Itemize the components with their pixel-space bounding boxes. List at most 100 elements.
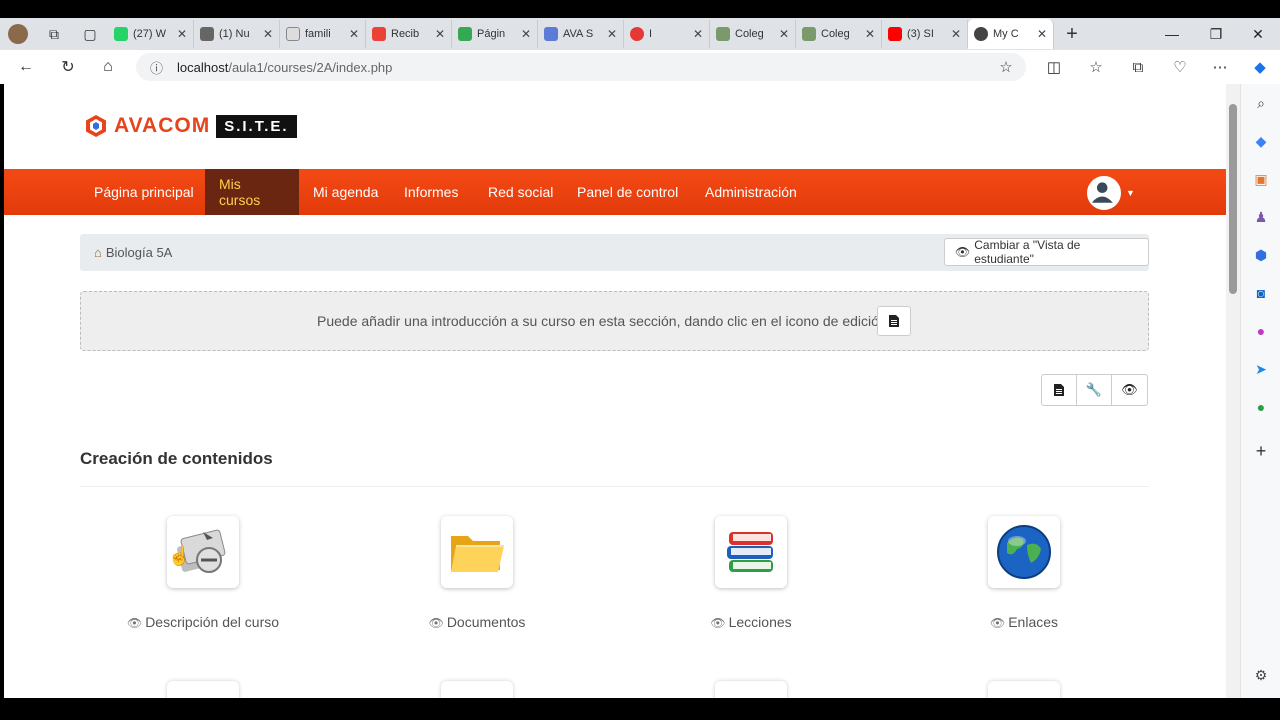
browser-tab[interactable]: Recib ✕: [366, 20, 452, 48]
document-edit-icon: [889, 315, 899, 327]
globe-icon[interactable]: [988, 516, 1060, 588]
browser-tab[interactable]: Coleg ✕: [710, 20, 796, 48]
close-icon[interactable]: ✕: [435, 27, 445, 41]
tab-actions-icon[interactable]: ▢: [72, 20, 108, 48]
nav-item-admin[interactable]: Administración: [691, 169, 811, 215]
close-icon[interactable]: ✕: [521, 27, 531, 41]
close-icon[interactable]: ✕: [607, 27, 617, 41]
page-viewport: AVACOM S.I.T.E. Página principal Mis cur…: [4, 84, 1226, 698]
back-icon[interactable]: ←: [6, 52, 46, 82]
split-screen-icon[interactable]: ◫: [1040, 55, 1068, 79]
home-icon[interactable]: ⌂: [88, 52, 128, 82]
user-menu-caret-icon[interactable]: ▼: [1126, 188, 1135, 198]
tool-icon-partial[interactable]: [988, 681, 1060, 698]
outlook-icon[interactable]: ◙: [1241, 274, 1280, 312]
new-tab-icon[interactable]: +: [1054, 20, 1090, 48]
scrollbar-thumb[interactable]: [1229, 104, 1237, 294]
reload-icon[interactable]: ↻: [48, 52, 88, 82]
nav-item-control-panel[interactable]: Panel de control: [563, 169, 692, 215]
send-icon[interactable]: ➤: [1241, 350, 1280, 388]
browser-tab[interactable]: Págin ✕: [452, 20, 538, 48]
close-icon[interactable]: ✕: [951, 27, 961, 41]
divider: [80, 486, 1149, 487]
site-logo[interactable]: AVACOM S.I.T.E.: [84, 114, 297, 138]
favorites-icon[interactable]: ☆: [1082, 55, 1110, 79]
tool-links[interactable]: 👁 Enlaces: [914, 516, 1134, 630]
user-avatar[interactable]: [1087, 176, 1121, 210]
breadcrumb: ⌂ Biología 5A 👁 Cambiar a "Vista de estu…: [80, 234, 1149, 271]
site-info-icon[interactable]: ⓘ: [150, 58, 163, 77]
browser-tab-strip: ⧉ ▢ (27) W ✕ (1) Nu ✕ famili ✕ Recib ✕ Págin…: [0, 18, 1280, 50]
nav-item-home[interactable]: Página principal: [80, 169, 208, 215]
browser-tab[interactable]: AVA S ✕: [538, 20, 624, 48]
browser-tab[interactable]: Coleg ✕: [796, 20, 882, 48]
close-icon[interactable]: ✕: [693, 27, 703, 41]
restore-icon[interactable]: ❐: [1194, 18, 1238, 50]
nav-item-reports[interactable]: Informes: [390, 169, 472, 215]
screen: ⧉ ▢ (27) W ✕ (1) Nu ✕ famili ✕ Recib ✕ Págin…: [0, 0, 1280, 720]
favorite-star-icon[interactable]: ☆: [992, 55, 1020, 79]
shopping-tag-icon[interactable]: ◆: [1241, 122, 1280, 160]
tab-favicon: [114, 27, 128, 41]
close-icon[interactable]: ✕: [1037, 27, 1047, 41]
microsoft-365-icon[interactable]: ⬢: [1241, 236, 1280, 274]
search-icon[interactable]: ⌕: [1241, 84, 1280, 122]
eye-slash-icon[interactable]: 👁: [127, 616, 142, 630]
nav-item-my-courses[interactable]: Mis cursos: [205, 169, 299, 215]
tab-favicon: [888, 27, 902, 41]
tool-icon-partial[interactable]: [441, 681, 513, 698]
section-title: Creación de contenidos: [80, 449, 273, 468]
copilot-icon[interactable]: ◆: [1246, 55, 1274, 79]
browser-toolbar: ← ↻ ⌂ ⓘ localhost/aula1/courses/2A/index…: [0, 50, 1280, 84]
close-icon[interactable]: ✕: [177, 27, 187, 41]
eye-icon[interactable]: 👁: [710, 616, 725, 630]
tool-course-description[interactable]: 👁 Descripción del curso: [93, 516, 313, 630]
close-icon[interactable]: ✕: [349, 27, 359, 41]
tab-favicon: [286, 27, 300, 41]
document-icon: [1054, 384, 1064, 396]
eye-icon[interactable]: 👁: [429, 616, 444, 630]
collections-icon[interactable]: ⧉: [1124, 55, 1152, 79]
games-icon[interactable]: ♟: [1241, 198, 1280, 236]
browser-tab[interactable]: I ✕: [624, 20, 710, 48]
tools-icon[interactable]: ▣: [1241, 160, 1280, 198]
close-window-icon[interactable]: ✕: [1236, 18, 1280, 50]
address-bar[interactable]: ⓘ localhost/aula1/courses/2A/index.php: [136, 53, 1026, 81]
close-icon[interactable]: ✕: [865, 27, 875, 41]
tree-icon[interactable]: ●: [1241, 388, 1280, 426]
tool-icon-partial[interactable]: [715, 681, 787, 698]
home-icon[interactable]: ⌂: [94, 245, 102, 260]
workspaces-icon[interactable]: ⧉: [36, 20, 72, 48]
edit-intro-button[interactable]: [877, 306, 911, 336]
breadcrumb-course[interactable]: Biología 5A: [106, 245, 173, 260]
browser-tab[interactable]: (27) W ✕: [108, 20, 194, 48]
browser-tab-active[interactable]: My C ✕: [968, 19, 1054, 49]
close-icon[interactable]: ✕: [779, 27, 789, 41]
books-icon[interactable]: [715, 516, 787, 588]
visibility-button[interactable]: 👁: [1112, 375, 1147, 405]
document-button[interactable]: [1042, 375, 1077, 405]
add-icon[interactable]: +: [1241, 432, 1280, 470]
tab-favicon: [458, 27, 472, 41]
folder-icon[interactable]: [441, 516, 513, 588]
nav-item-social[interactable]: Red social: [474, 169, 567, 215]
nav-item-agenda[interactable]: Mi agenda: [299, 169, 392, 215]
tool-icon-partial[interactable]: [167, 681, 239, 698]
browser-tab[interactable]: (1) Nu ✕: [194, 20, 280, 48]
main-navbar: Página principal Mis cursos Mi agenda In…: [4, 169, 1226, 215]
browser-tab[interactable]: famili ✕: [280, 20, 366, 48]
page-scrollbar[interactable]: [1226, 84, 1240, 698]
profile-avatar-icon[interactable]: [0, 20, 36, 48]
close-icon[interactable]: ✕: [263, 27, 273, 41]
settings-wrench-button[interactable]: 🔧: [1077, 375, 1112, 405]
copilot-designer-icon[interactable]: ●: [1241, 312, 1280, 350]
minimize-icon[interactable]: —: [1150, 18, 1194, 50]
tool-lessons[interactable]: 👁 Lecciones: [641, 516, 861, 630]
more-menu-icon[interactable]: ⋯: [1206, 55, 1234, 79]
settings-icon[interactable]: ⚙: [1241, 656, 1280, 694]
eye-icon[interactable]: 👁: [990, 616, 1005, 630]
browser-essentials-icon[interactable]: ♡: [1166, 55, 1194, 79]
tool-documents[interactable]: 👁 Documentos: [367, 516, 587, 630]
browser-tab[interactable]: (3) SI ✕: [882, 20, 968, 48]
student-view-button[interactable]: 👁 Cambiar a "Vista de estudiante": [944, 238, 1149, 266]
